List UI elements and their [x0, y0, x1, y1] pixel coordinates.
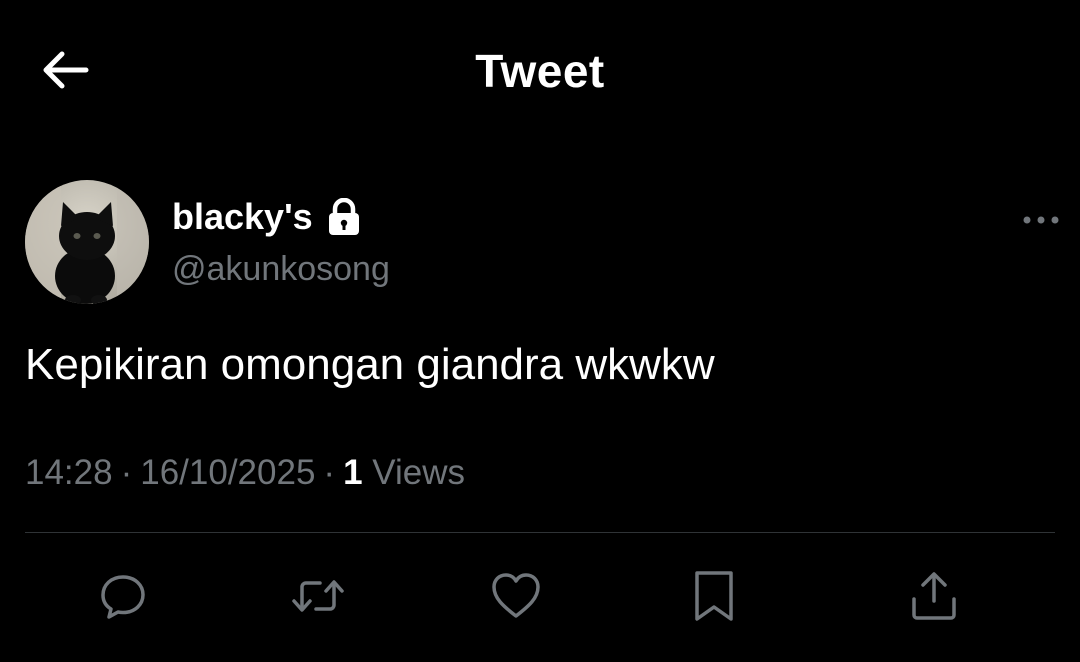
author-name-row[interactable]: blacky's — [172, 196, 361, 238]
share-button[interactable] — [904, 566, 964, 626]
page-title: Tweet — [475, 45, 605, 97]
black-kitten-avatar — [25, 180, 149, 304]
more-dots-icon — [1023, 216, 1059, 224]
more-options-button[interactable] — [1016, 204, 1066, 236]
views-label: Views — [372, 453, 466, 492]
tweet-time: 14:28 — [25, 453, 113, 492]
heart-icon — [492, 573, 540, 618]
bookmark-button[interactable] — [684, 566, 744, 626]
divider — [25, 532, 1055, 533]
views-count: 1 — [343, 453, 363, 492]
separator-dot: · — [323, 453, 336, 492]
separator-dot: · — [120, 453, 133, 492]
share-icon — [912, 572, 956, 620]
bookmark-icon — [695, 571, 733, 621]
display-name: blacky's — [172, 196, 313, 237]
tweet-date: 16/10/2025 — [140, 453, 316, 492]
tweet-text: Kepikiran omongan giandra wkwkw — [25, 340, 715, 389]
reply-button[interactable] — [93, 566, 153, 626]
lock-icon — [328, 198, 359, 235]
tweet-metadata: 14:28 · 16/10/2025 · 1 Views — [25, 453, 465, 493]
top-bar: Tweet — [0, 0, 1080, 140]
author-handle[interactable]: @akunkosong — [172, 250, 390, 289]
action-bar — [0, 566, 1080, 630]
retweet-button[interactable] — [288, 566, 348, 626]
reply-icon — [101, 575, 145, 619]
avatar[interactable] — [25, 180, 149, 304]
retweet-icon — [292, 580, 344, 612]
like-button[interactable] — [486, 566, 546, 626]
